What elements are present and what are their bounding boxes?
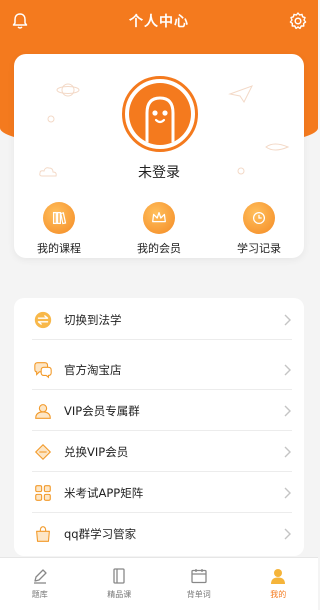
tab-label: 我的 bbox=[270, 590, 287, 599]
decor-rocket-icon bbox=[265, 143, 290, 151]
menu-item-redeem-vip[interactable]: 兑换VIP会员 bbox=[32, 432, 292, 472]
menu-item-label: VIP会员专属群 bbox=[64, 403, 140, 418]
decor-planet-icon bbox=[56, 83, 80, 97]
menu-item-switch-to-law[interactable]: 切换到法学 bbox=[32, 300, 292, 340]
chevron-right-icon bbox=[284, 314, 291, 325]
crown-icon bbox=[143, 202, 175, 234]
clock-icon bbox=[243, 202, 275, 234]
tab-premium-courses[interactable]: 精品课 bbox=[80, 558, 160, 610]
avatar[interactable] bbox=[122, 76, 198, 152]
chat-bubbles-icon bbox=[32, 359, 54, 381]
grid-icon bbox=[32, 482, 54, 504]
menu-item-label: 切换到法学 bbox=[64, 312, 122, 327]
menu-item-label: 官方淘宝店 bbox=[64, 362, 122, 377]
tab-question-bank[interactable]: 题库 bbox=[0, 558, 80, 610]
pen-icon bbox=[33, 569, 47, 584]
decor-paper-plane-icon bbox=[228, 85, 254, 103]
my-membership-button[interactable]: 我的会员 bbox=[128, 202, 190, 258]
gear-icon[interactable] bbox=[288, 11, 308, 31]
page-title: 个人中心 bbox=[129, 14, 189, 30]
chevron-right-icon bbox=[284, 528, 291, 540]
chevron-right-icon bbox=[284, 487, 291, 498]
chevron-right-icon bbox=[284, 405, 291, 416]
group-icon bbox=[32, 400, 54, 422]
bell-icon[interactable] bbox=[10, 11, 30, 31]
tab-label: 背单词 bbox=[186, 590, 211, 599]
bag-icon bbox=[32, 523, 54, 545]
tab-mine[interactable]: 我的 bbox=[239, 558, 319, 610]
my-membership-label: 我的会员 bbox=[137, 242, 181, 255]
study-history-button[interactable]: 学习记录 bbox=[228, 202, 290, 258]
quick-links: 我的课程 我的会员 学习记录 bbox=[14, 202, 304, 258]
top-bar: 个人中心 bbox=[0, 0, 318, 42]
chevron-right-icon bbox=[284, 364, 291, 375]
bottom-tab-bar: 题库 精品课 背单词 我的 bbox=[0, 557, 318, 610]
profile-card: 未登录 我的课程 我的会员 学习记录 bbox=[14, 54, 304, 258]
menu-item-app-matrix[interactable]: 米考试APP矩阵 bbox=[32, 473, 292, 513]
menu-item-label: 兑换VIP会员 bbox=[64, 444, 129, 459]
books-icon bbox=[43, 202, 75, 234]
my-courses-label: 我的课程 bbox=[37, 242, 81, 255]
switch-icon bbox=[32, 309, 54, 331]
chevron-right-icon bbox=[284, 446, 291, 457]
voucher-icon bbox=[32, 441, 54, 463]
login-status[interactable]: 未登录 bbox=[14, 162, 304, 182]
book-icon bbox=[113, 568, 125, 584]
study-history-label: 学习记录 bbox=[237, 242, 281, 255]
menu-item-label: 米考试APP矩阵 bbox=[64, 485, 144, 500]
menu-item-taobao-store[interactable]: 官方淘宝店 bbox=[32, 350, 292, 390]
menu-item-label: qq群学习管家 bbox=[64, 527, 137, 541]
menu-list: 切换到法学 官方淘宝店 VIP会员专属群 兑换VIP会员 米考试APP矩阵 qq… bbox=[14, 298, 304, 556]
my-courses-button[interactable]: 我的课程 bbox=[28, 202, 90, 258]
ghost-avatar-icon bbox=[129, 83, 191, 145]
decor-star-icon bbox=[47, 115, 55, 123]
calendar-icon bbox=[191, 569, 207, 584]
tab-vocabulary[interactable]: 背单词 bbox=[159, 558, 239, 610]
tab-label: 题库 bbox=[31, 590, 48, 599]
tab-label: 精品课 bbox=[107, 590, 132, 599]
user-icon bbox=[271, 569, 286, 584]
menu-item-vip-group[interactable]: VIP会员专属群 bbox=[32, 391, 292, 431]
menu-item-qq-group[interactable]: qq群学习管家 bbox=[32, 514, 292, 554]
